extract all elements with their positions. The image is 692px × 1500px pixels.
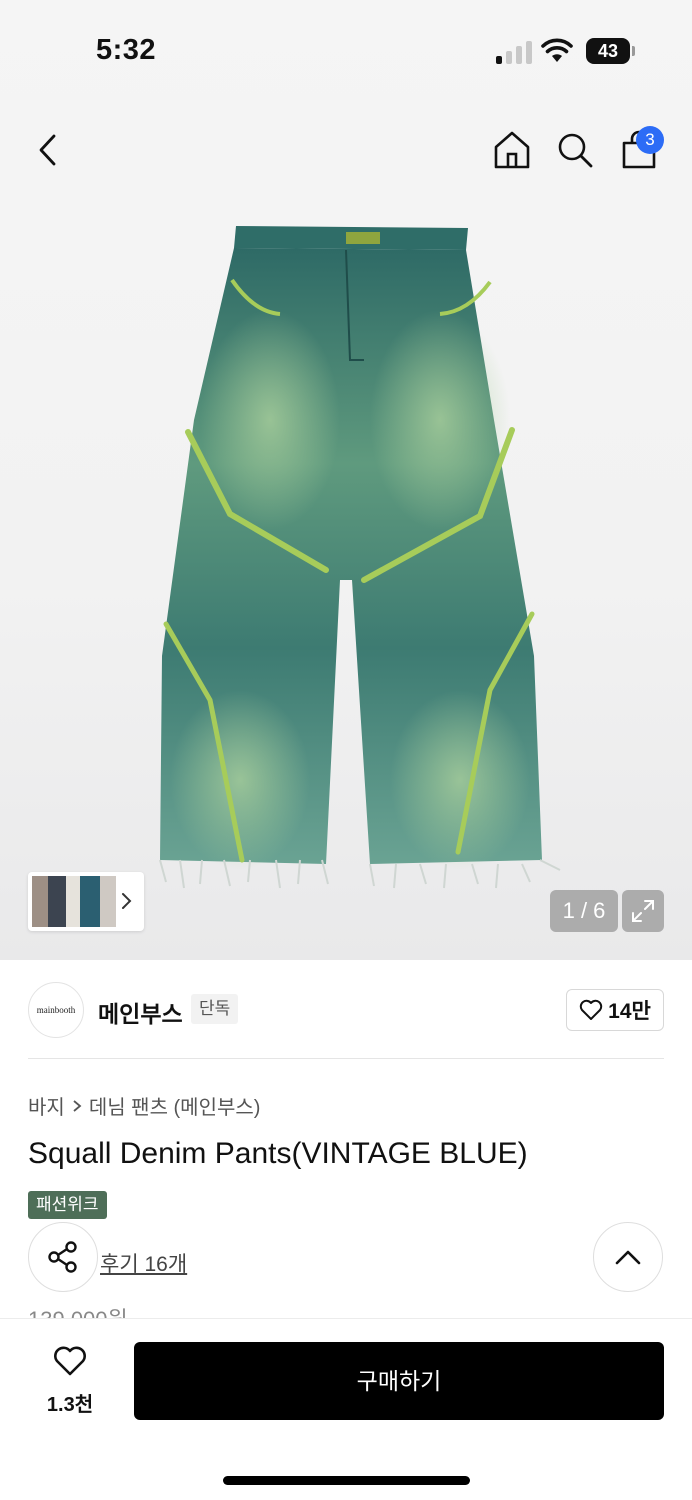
thumbnail-strip[interactable] (28, 872, 144, 931)
scroll-top-button[interactable] (593, 1222, 663, 1292)
back-arrow-icon (39, 134, 56, 166)
wishlist-count: 1.3천 (46, 1394, 94, 1416)
thumbnail-preview (32, 876, 116, 927)
chevron-right-icon (73, 1099, 82, 1112)
product-image[interactable] (150, 220, 580, 890)
heart-icon (579, 999, 603, 1020)
battery-tip (632, 46, 635, 56)
exclusive-tag: 단독 (191, 994, 239, 1024)
brand-logo[interactable]: mainbooth (28, 982, 84, 1038)
expand-image-button[interactable] (622, 890, 664, 932)
breadcrumb: 바지 데님 팬츠 (메인부스) (28, 1091, 260, 1120)
divider (28, 1058, 664, 1059)
home-icon (494, 131, 530, 169)
home-button[interactable] (490, 128, 534, 172)
brand-name[interactable]: 메인부스 (98, 995, 183, 1029)
wifi-icon (541, 38, 573, 62)
review-link[interactable]: 후기 16개 (100, 1248, 187, 1278)
status-time: 5:32 (96, 34, 157, 66)
share-button[interactable] (28, 1222, 98, 1292)
cart-count-badge: 3 (636, 126, 664, 154)
top-nav (0, 120, 692, 180)
wishlist-button[interactable]: 1.3천 (40, 1345, 100, 1417)
product-title: Squall Denim Pants(VINTAGE BLUE) (28, 1137, 528, 1170)
home-indicator (223, 1476, 470, 1485)
expand-icon (632, 900, 654, 922)
cellular-signal-icon (496, 40, 532, 64)
bottom-action-bar: 1.3천 구매하기 (0, 1318, 692, 1500)
chevron-up-icon (615, 1250, 641, 1265)
brand-like-button[interactable]: 14만 (566, 989, 664, 1031)
heart-icon (54, 1346, 86, 1376)
brand-like-count: 14만 (608, 1000, 651, 1023)
back-button[interactable] (26, 128, 70, 172)
buy-button[interactable]: 구매하기 (134, 1342, 664, 1420)
share-icon (48, 1241, 77, 1273)
search-button[interactable] (553, 128, 597, 172)
breadcrumb-subcategory[interactable]: 데님 팬츠 (메인부스) (89, 1091, 261, 1120)
status-bar: 5:32 43 (0, 0, 692, 100)
brand-row: mainbooth 메인부스 단독 14만 (0, 960, 692, 1060)
breadcrumb-category[interactable]: 바지 (28, 1091, 65, 1120)
battery-icon: 43 (586, 38, 630, 64)
chevron-right-icon (122, 893, 132, 909)
search-icon (558, 133, 593, 168)
image-counter: 1 / 6 (550, 890, 618, 932)
event-badge: 패션위크 (28, 1191, 107, 1219)
